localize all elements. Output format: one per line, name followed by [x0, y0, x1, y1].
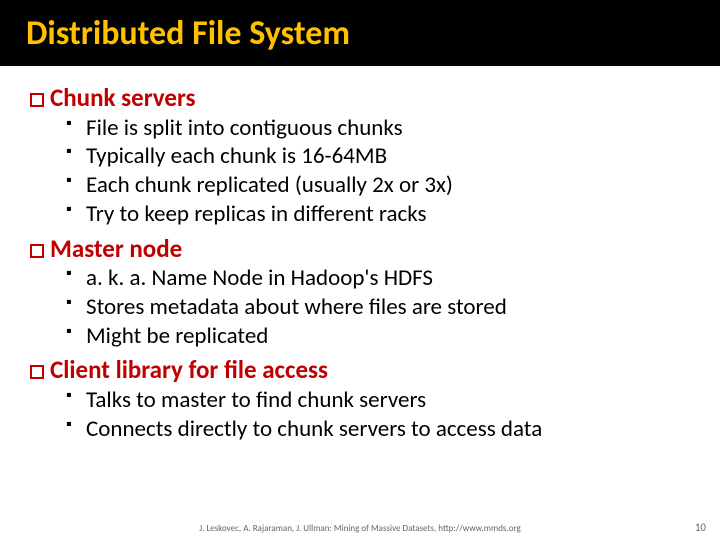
title-bar: Distributed File System: [0, 0, 720, 66]
list-item: Typically each chunk is 16-64MB: [86, 142, 690, 171]
hollow-square-icon: [30, 365, 44, 379]
list-item: Talks to master to find chunk servers: [86, 386, 690, 415]
list-item: Connects directly to chunk servers to ac…: [86, 415, 690, 444]
bullet-list-chunk-servers: File is split into contiguous chunks Typ…: [30, 114, 690, 229]
section-heading-text: Master node: [50, 233, 182, 264]
list-item: Stores metadata about where files are st…: [86, 293, 690, 322]
bullet-list-client-library: Talks to master to find chunk servers Co…: [30, 386, 690, 444]
list-item: File is split into contiguous chunks: [86, 114, 690, 143]
hollow-square-icon: [30, 93, 44, 107]
section-heading-master-node: Master node: [30, 235, 690, 263]
list-item: a. k. a. Name Node in Hadoop's HDFS: [86, 264, 690, 293]
page-number: 10: [695, 521, 706, 534]
section-heading-text: Client library for file access: [50, 354, 328, 385]
slide-title: Distributed File System: [26, 13, 350, 54]
footer-citation: J. Leskovec, A. Rajaraman, J. Ullman: Mi…: [0, 523, 720, 534]
bullet-list-master-node: a. k. a. Name Node in Hadoop's HDFS Stor…: [30, 264, 690, 350]
list-item: Try to keep replicas in different racks: [86, 200, 690, 229]
hollow-square-icon: [30, 244, 44, 258]
section-heading-chunk-servers: Chunk servers: [30, 84, 690, 112]
section-heading-client-library: Client library for file access: [30, 356, 690, 384]
list-item: Might be replicated: [86, 322, 690, 351]
list-item: Each chunk replicated (usually 2x or 3x): [86, 171, 690, 200]
section-heading-text: Chunk servers: [50, 82, 196, 113]
slide-content: Chunk servers File is split into contigu…: [0, 66, 720, 443]
